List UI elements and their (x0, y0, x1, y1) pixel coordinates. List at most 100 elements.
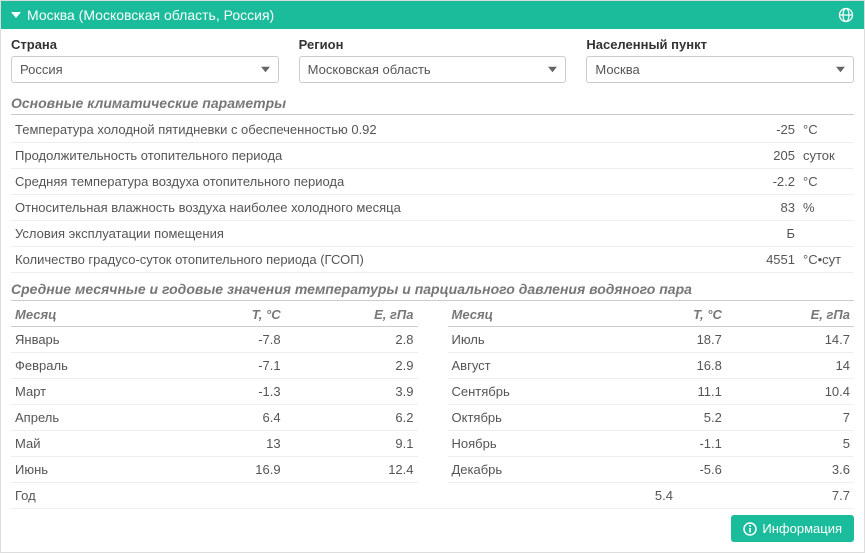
param-name: Условия эксплуатации помещения (11, 221, 731, 247)
param-row: Температура холодной пятидневки с обеспе… (11, 117, 854, 143)
param-row: Средняя температура воздуха отопительног… (11, 169, 854, 195)
month-row: Ноябрь-1.15 (448, 431, 855, 457)
year-t: 5.4 (433, 483, 677, 508)
month-t: 6.4 (181, 405, 284, 431)
month-t: -7.1 (181, 353, 284, 379)
month-name: Ноябрь (448, 431, 627, 457)
month-row: Июль18.714.7 (448, 327, 855, 353)
param-unit: °C (799, 117, 854, 143)
param-name: Продолжительность отопительного периода (11, 143, 731, 169)
chevron-down-icon (836, 65, 845, 74)
month-t: 13 (181, 431, 284, 457)
param-row: Условия эксплуатации помещенияБ (11, 221, 854, 247)
month-e: 14.7 (726, 327, 854, 353)
month-e: 12.4 (285, 457, 418, 483)
month-t: 16.8 (626, 353, 725, 379)
chevron-down-icon (548, 65, 557, 74)
city-select[interactable]: Москва (586, 56, 854, 83)
monthly-table-right: Месяц T, °C E, гПа Июль18.714.7Август16.… (448, 303, 855, 483)
city-value: Москва (595, 62, 639, 77)
param-row: Количество градусо-суток отопительного п… (11, 247, 854, 273)
params-section-title: Основные климатические параметры (11, 95, 854, 115)
param-unit: % (799, 195, 854, 221)
param-value: 83 (731, 195, 799, 221)
col-month: Месяц (448, 303, 627, 327)
month-e: 10.4 (726, 379, 854, 405)
month-row: Май139.1 (11, 431, 418, 457)
month-row: Декабрь-5.63.6 (448, 457, 855, 483)
month-row: Февраль-7.12.9 (11, 353, 418, 379)
country-label: Страна (11, 37, 279, 52)
param-unit: °C•сут (799, 247, 854, 273)
region-value: Московская область (308, 62, 431, 77)
month-name: Январь (11, 327, 181, 353)
param-value: Б (731, 221, 799, 247)
month-e: 6.2 (285, 405, 418, 431)
param-unit (799, 221, 854, 247)
month-t: 18.7 (626, 327, 725, 353)
monthly-table-left: Месяц T, °C E, гПа Январь-7.82.8Февраль-… (11, 303, 418, 483)
month-row: Январь-7.82.8 (11, 327, 418, 353)
param-value: -25 (731, 117, 799, 143)
param-name: Количество градусо-суток отопительного п… (11, 247, 731, 273)
country-select[interactable]: Россия (11, 56, 279, 83)
month-e: 14 (726, 353, 854, 379)
col-e: E, гПа (726, 303, 854, 327)
chevron-down-icon (261, 65, 270, 74)
caret-down-icon (11, 10, 21, 20)
city-label: Населенный пункт (586, 37, 854, 52)
param-name: Температура холодной пятидневки с обеспе… (11, 117, 731, 143)
param-value: 205 (731, 143, 799, 169)
year-e: 7.7 (677, 483, 854, 508)
month-name: Март (11, 379, 181, 405)
month-t: 5.2 (626, 405, 725, 431)
region-label: Регион (299, 37, 567, 52)
month-name: Май (11, 431, 181, 457)
param-name: Относительная влажность воздуха наиболее… (11, 195, 731, 221)
month-t: -7.8 (181, 327, 284, 353)
info-button[interactable]: Информация (731, 515, 854, 542)
month-name: Сентябрь (448, 379, 627, 405)
month-e: 7 (726, 405, 854, 431)
param-row: Продолжительность отопительного периода2… (11, 143, 854, 169)
monthly-section-title: Средние месячные и годовые значения темп… (11, 281, 854, 301)
month-e: 3.6 (726, 457, 854, 483)
month-t: 16.9 (181, 457, 284, 483)
panel-title: Москва (Московская область, Россия) (27, 7, 274, 23)
month-t: -5.6 (626, 457, 725, 483)
panel-header[interactable]: Москва (Московская область, Россия) (1, 1, 864, 29)
year-row: Год 5.4 7.7 (11, 483, 854, 509)
month-row: Август16.814 (448, 353, 855, 379)
col-month: Месяц (11, 303, 181, 327)
country-value: Россия (20, 62, 63, 77)
month-name: Октябрь (448, 405, 627, 431)
month-name: Июнь (11, 457, 181, 483)
month-row: Октябрь5.27 (448, 405, 855, 431)
month-row: Март-1.33.9 (11, 379, 418, 405)
month-e: 2.8 (285, 327, 418, 353)
month-e: 2.9 (285, 353, 418, 379)
month-t: -1.3 (181, 379, 284, 405)
param-value: 4551 (731, 247, 799, 273)
month-t: -1.1 (626, 431, 725, 457)
info-button-label: Информация (762, 521, 842, 536)
globe-icon[interactable] (838, 7, 854, 23)
month-t: 11.1 (626, 379, 725, 405)
param-unit: суток (799, 143, 854, 169)
param-unit: °C (799, 169, 854, 195)
info-icon (743, 522, 757, 536)
params-table: Температура холодной пятидневки с обеспе… (11, 117, 854, 273)
col-e: E, гПа (285, 303, 418, 327)
month-name: Декабрь (448, 457, 627, 483)
col-t: T, °C (181, 303, 284, 327)
month-row: Сентябрь11.110.4 (448, 379, 855, 405)
month-e: 5 (726, 431, 854, 457)
region-select[interactable]: Московская область (299, 56, 567, 83)
month-name: Август (448, 353, 627, 379)
param-value: -2.2 (731, 169, 799, 195)
param-name: Средняя температура воздуха отопительног… (11, 169, 731, 195)
col-t: T, °C (626, 303, 725, 327)
param-row: Относительная влажность воздуха наиболее… (11, 195, 854, 221)
month-name: Апрель (11, 405, 181, 431)
month-name: Февраль (11, 353, 181, 379)
